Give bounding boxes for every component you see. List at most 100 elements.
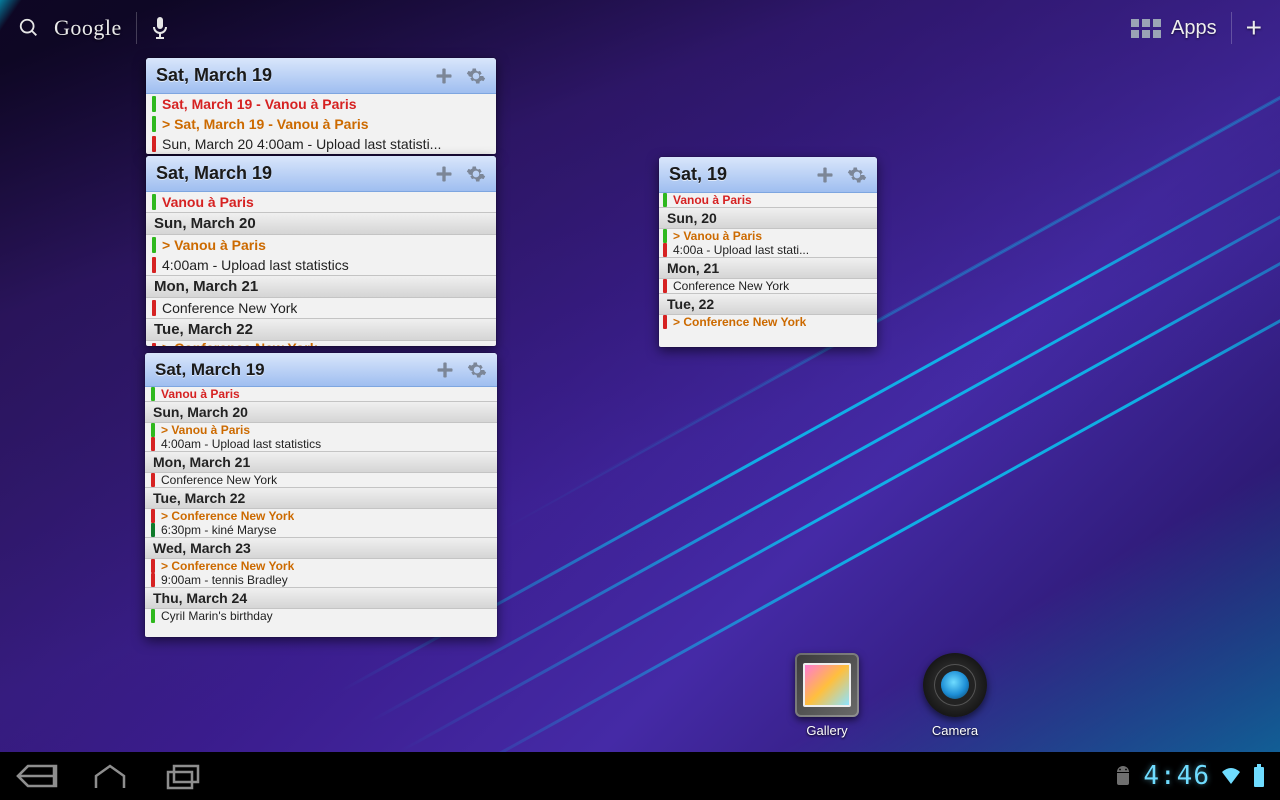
event-text: > Conference New York bbox=[162, 341, 317, 346]
google-search-label[interactable]: Google bbox=[54, 15, 122, 41]
calendar-event[interactable]: 6:30pm - kiné Maryse bbox=[145, 523, 497, 537]
event-color-bar bbox=[152, 257, 156, 273]
date-separator: Tue, March 22 bbox=[146, 318, 496, 341]
calendar-event[interactable]: > Conference New York bbox=[145, 509, 497, 523]
calendar-widget-narrow[interactable]: Sat, 19 Vanou à ParisSun, 20> Vanou à Par… bbox=[659, 157, 877, 347]
camera-app[interactable]: Camera bbox=[923, 653, 987, 738]
event-text: Vanou à Paris bbox=[162, 194, 254, 210]
event-color-bar bbox=[151, 423, 155, 437]
android-icon bbox=[1113, 765, 1133, 787]
event-color-bar bbox=[152, 194, 156, 210]
apps-button[interactable]: Apps bbox=[1131, 17, 1217, 40]
calendar-event[interactable]: > Vanou à Paris bbox=[659, 229, 877, 243]
event-color-bar bbox=[151, 387, 155, 401]
add-event-icon[interactable] bbox=[431, 356, 459, 384]
calendar-event[interactable]: Cyril Marin's birthday bbox=[145, 609, 497, 623]
calendar-widget-small[interactable]: Sat, March 19Sat, March 19 - Vanou à Par… bbox=[146, 58, 496, 154]
calendar-event[interactable]: > Sat, March 19 - Vanou à Paris bbox=[146, 114, 496, 134]
date-separator: Sun, 20 bbox=[659, 207, 877, 229]
gear-icon[interactable] bbox=[843, 161, 871, 189]
event-color-bar bbox=[663, 315, 667, 329]
widget-header[interactable]: Sat, March 19 bbox=[146, 156, 496, 192]
widget-header[interactable]: Sat, March 19 bbox=[146, 58, 496, 94]
widget-header[interactable]: Sat, 19 bbox=[659, 157, 877, 193]
event-color-bar bbox=[663, 229, 667, 243]
event-color-bar bbox=[152, 237, 156, 253]
calendar-event[interactable]: Sun, March 20 4:00am - Upload last stati… bbox=[146, 134, 496, 154]
widget-body[interactable]: Vanou à ParisSun, March 20> Vanou à Pari… bbox=[145, 387, 497, 623]
widget-header[interactable]: Sat, March 19 bbox=[145, 353, 497, 387]
event-color-bar bbox=[663, 279, 667, 293]
event-text: > Sat, March 19 - Vanou à Paris bbox=[162, 116, 369, 132]
event-text: Sat, March 19 - Vanou à Paris bbox=[162, 96, 357, 112]
calendar-event[interactable]: > Conference New York bbox=[659, 315, 877, 329]
calendar-event[interactable]: Vanou à Paris bbox=[145, 387, 497, 401]
clock[interactable]: 4:46 bbox=[1143, 761, 1210, 791]
event-text: 4:00am - Upload last statistics bbox=[162, 257, 349, 273]
wifi-icon bbox=[1220, 766, 1242, 786]
date-separator: Sun, March 20 bbox=[145, 401, 497, 423]
add-event-icon[interactable] bbox=[430, 160, 458, 188]
calendar-event[interactable]: > Vanou à Paris bbox=[146, 235, 496, 255]
calendar-widget-medium[interactable]: Sat, March 19 Vanou à ParisSun, March 20>… bbox=[146, 156, 496, 346]
search-icon[interactable] bbox=[18, 17, 40, 39]
calendar-event[interactable]: 4:00am - Upload last statistics bbox=[146, 255, 496, 275]
add-event-icon[interactable] bbox=[430, 62, 458, 90]
widget-body[interactable]: Vanou à ParisSun, 20> Vanou à Paris4:00a… bbox=[659, 193, 877, 329]
widget-body[interactable]: Sat, March 19 - Vanou à Paris > Sat, Marc… bbox=[146, 94, 496, 154]
home-button[interactable] bbox=[90, 762, 130, 790]
gallery-icon bbox=[795, 653, 859, 717]
widget-title: Sat, 19 bbox=[669, 164, 727, 185]
widget-body[interactable]: Vanou à ParisSun, March 20> Vanou à Pari… bbox=[146, 192, 496, 346]
camera-label: Camera bbox=[932, 723, 978, 738]
event-color-bar bbox=[151, 609, 155, 623]
event-text: Conference New York bbox=[161, 473, 277, 487]
gallery-app[interactable]: Gallery bbox=[795, 653, 859, 738]
event-color-bar bbox=[152, 300, 156, 316]
calendar-event[interactable]: > Vanou à Paris bbox=[145, 423, 497, 437]
calendar-event[interactable]: Conference New York bbox=[146, 298, 496, 318]
event-text: > Vanou à Paris bbox=[673, 229, 762, 243]
event-color-bar bbox=[151, 559, 155, 573]
date-separator: Wed, March 23 bbox=[145, 537, 497, 559]
event-color-bar bbox=[152, 343, 156, 346]
event-text: 4:00a - Upload last stati... bbox=[673, 243, 809, 257]
event-text: Vanou à Paris bbox=[673, 193, 752, 207]
widget-title: Sat, March 19 bbox=[155, 360, 265, 380]
calendar-event[interactable]: > Conference New York bbox=[145, 559, 497, 573]
date-separator: Mon, March 21 bbox=[145, 451, 497, 473]
event-text: > Vanou à Paris bbox=[161, 423, 250, 437]
calendar-event[interactable]: Sat, March 19 - Vanou à Paris bbox=[146, 94, 496, 114]
widget-title: Sat, March 19 bbox=[156, 163, 272, 184]
camera-icon bbox=[923, 653, 987, 717]
add-widget-icon[interactable]: + bbox=[1246, 14, 1262, 42]
calendar-event[interactable]: Conference New York bbox=[145, 473, 497, 487]
apps-label: Apps bbox=[1171, 17, 1217, 40]
calendar-event[interactable]: Conference New York bbox=[659, 279, 877, 293]
voice-search-icon[interactable] bbox=[151, 15, 169, 41]
date-separator: Tue, March 22 bbox=[145, 487, 497, 509]
back-button[interactable] bbox=[14, 762, 58, 790]
add-event-icon[interactable] bbox=[811, 161, 839, 189]
gear-icon[interactable] bbox=[463, 356, 491, 384]
calendar-event[interactable]: 4:00a - Upload last stati... bbox=[659, 243, 877, 257]
event-color-bar bbox=[151, 523, 155, 537]
calendar-event[interactable]: Vanou à Paris bbox=[659, 193, 877, 207]
calendar-event[interactable]: > Conference New York bbox=[146, 341, 496, 346]
event-color-bar bbox=[663, 243, 667, 257]
event-text: Cyril Marin's birthday bbox=[161, 609, 273, 623]
event-text: Vanou à Paris bbox=[161, 387, 240, 401]
event-color-bar bbox=[151, 509, 155, 523]
gear-icon[interactable] bbox=[462, 160, 490, 188]
event-text: > Conference New York bbox=[673, 315, 806, 329]
calendar-event[interactable]: Vanou à Paris bbox=[146, 192, 496, 212]
apps-grid-icon bbox=[1131, 19, 1161, 38]
system-bar: 4:46 bbox=[0, 752, 1280, 800]
calendar-widget-large[interactable]: Sat, March 19Vanou à ParisSun, March 20>… bbox=[145, 353, 497, 637]
calendar-event[interactable]: 4:00am - Upload last statistics bbox=[145, 437, 497, 451]
calendar-event[interactable]: 9:00am - tennis Bradley bbox=[145, 573, 497, 587]
gear-icon[interactable] bbox=[462, 62, 490, 90]
event-color-bar bbox=[152, 116, 156, 132]
event-text: 4:00am - Upload last statistics bbox=[161, 437, 321, 451]
recent-apps-button[interactable] bbox=[162, 762, 202, 790]
